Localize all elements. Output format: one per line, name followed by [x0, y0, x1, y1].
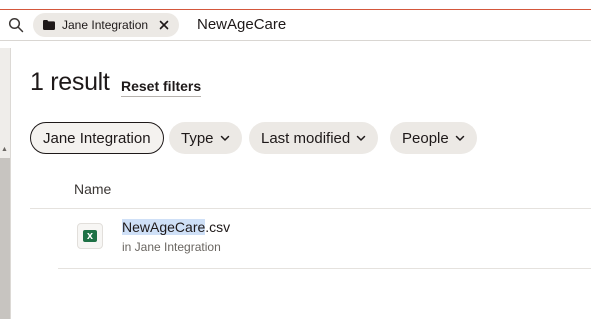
reset-filters-button[interactable]: Reset filters — [121, 78, 202, 97]
chevron-down-icon — [356, 135, 366, 141]
scope-chip-label: Jane Integration — [62, 18, 149, 32]
search-scope-chip[interactable]: Jane Integration — [33, 13, 179, 37]
folder-icon — [43, 20, 55, 30]
search-icon — [8, 17, 24, 33]
row-divider — [58, 268, 591, 269]
result-count: 1 result — [30, 68, 110, 96]
filter-location-label: Jane Integration — [43, 129, 151, 147]
filter-type-label: Type — [181, 129, 214, 147]
filter-people-label: People — [402, 129, 449, 147]
file-location: in Jane Integration — [122, 240, 221, 254]
scrollbar-thumb[interactable] — [0, 158, 10, 319]
chevron-down-icon — [455, 135, 464, 141]
scrollbar[interactable]: ▲ — [0, 48, 11, 319]
file-name-extension: .csv — [205, 219, 231, 235]
file-name-link[interactable]: NewAgeCare.csv — [122, 219, 230, 235]
filter-type-pill[interactable]: Type — [169, 122, 242, 154]
filter-location-pill[interactable]: Jane Integration — [30, 122, 164, 154]
filter-people-pill[interactable]: People — [390, 122, 477, 154]
excel-file-icon: X — [77, 223, 103, 249]
filter-last-modified-pill[interactable]: Last modified — [249, 122, 379, 154]
filter-last-modified-label: Last modified — [261, 129, 351, 147]
scroll-up-arrow-icon[interactable]: ▲ — [1, 146, 8, 153]
column-header-name[interactable]: Name — [74, 181, 111, 197]
close-icon[interactable] — [158, 19, 170, 31]
search-input[interactable]: NewAgeCare — [197, 16, 286, 33]
search-bar[interactable]: Jane Integration NewAgeCare — [0, 10, 591, 41]
header-divider — [30, 208, 591, 209]
file-name-match: NewAgeCare — [122, 219, 206, 235]
chevron-down-icon — [220, 135, 229, 141]
